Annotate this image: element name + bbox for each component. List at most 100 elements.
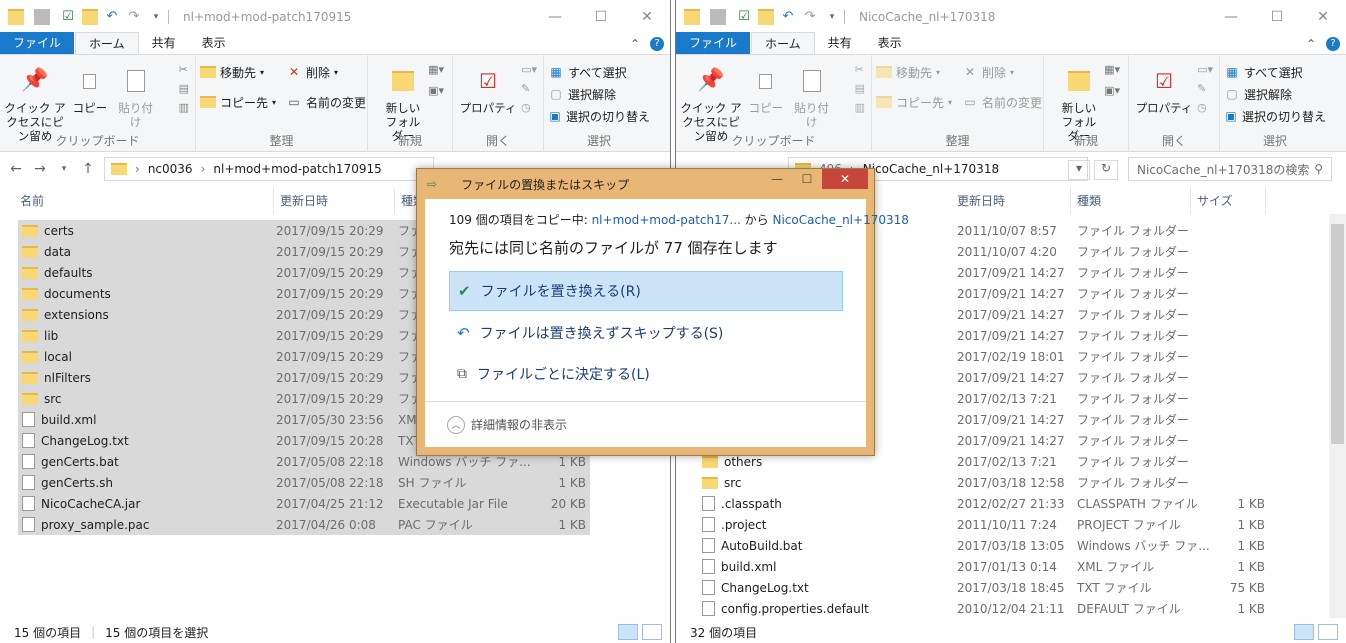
destination-link[interactable]: NicoCache_nl+170318	[773, 213, 909, 227]
invert-selection-button[interactable]: ▣ 選択の切り替え	[1224, 105, 1326, 127]
maximize-button[interactable]: ☐	[792, 169, 822, 189]
minimize-button[interactable]: —	[532, 0, 578, 33]
copy-to-button[interactable]: コピー先 ▾	[876, 91, 952, 113]
move-to-button[interactable]: 移動先 ▾	[200, 61, 276, 83]
customize-qat-icon[interactable]: ▾	[824, 9, 840, 25]
copy-path-icon[interactable]: ▤	[855, 82, 865, 95]
help-icon[interactable]: ?	[1326, 37, 1340, 51]
forward-icon[interactable]: →	[32, 161, 48, 177]
address-box[interactable]: › nc0036 › nl+mod+mod-patch170915	[104, 157, 434, 181]
chevron-up-icon[interactable]: ︿	[447, 415, 465, 434]
edit-icon[interactable]: ✎	[1197, 82, 1213, 95]
redo-icon[interactable]: ↷	[802, 9, 818, 25]
column-size[interactable]: サイズ	[1191, 188, 1266, 214]
history-icon[interactable]: ◷	[521, 101, 537, 114]
invert-selection-button[interactable]: ▣ 選択の切り替え	[548, 105, 650, 127]
column-date[interactable]: 更新日時	[951, 188, 1071, 214]
select-none-button[interactable]: ▢ 選択解除	[548, 83, 650, 105]
paste-button[interactable]: 貼り付け	[114, 61, 158, 129]
large-icons-view-icon[interactable]	[642, 624, 662, 640]
tab-file[interactable]: ファイル	[0, 32, 75, 54]
cut-icon[interactable]: ✂	[179, 63, 189, 76]
rename-button[interactable]: ▭ 名前の変更	[962, 91, 1042, 113]
vertical-scrollbar[interactable]	[1329, 214, 1346, 618]
copy-path-icon[interactable]: ▤	[179, 82, 189, 95]
easy-access-icon[interactable]: ▣▾	[428, 84, 444, 97]
properties-button[interactable]: ☑ プロパティ	[1133, 61, 1195, 115]
new-folder-icon[interactable]	[758, 8, 774, 25]
file-row[interactable]: AutoBuild.bat 2017/03/18 13:05 Windows バッチ…	[698, 535, 1268, 556]
new-folder-button[interactable]: 新しいフォルダー	[372, 61, 434, 143]
file-row[interactable]: proxy_sample.pac 2017/04/26 0:08 PAC ファイル 1…	[18, 514, 590, 535]
breadcrumb-item[interactable]: NicoCache_nl+170318	[863, 162, 999, 176]
easy-access-icon[interactable]: ▣▾	[1104, 84, 1120, 97]
select-all-button[interactable]: ▦ すべて選択	[548, 61, 650, 83]
redo-icon[interactable]: ↷	[126, 9, 142, 25]
file-row[interactable]: src 2017/03/18 12:58 ファイル フォルダー	[698, 472, 1268, 493]
file-row[interactable]: ChangeLog.txt 2017/03/18 18:45 TXT ファイル 75 …	[698, 577, 1268, 598]
tab-share[interactable]: 共有	[815, 32, 865, 54]
maximize-button[interactable]: ☐	[1254, 0, 1300, 33]
tab-view[interactable]: 表示	[189, 32, 239, 54]
history-icon[interactable]: ◷	[1197, 101, 1213, 114]
up-icon[interactable]: ↑	[80, 161, 96, 177]
breadcrumb-item[interactable]: nl+mod+mod-patch170915	[213, 162, 381, 176]
file-row[interactable]: .project 2011/10/11 7:24 PROJECT ファイル 1 KB	[698, 514, 1268, 535]
tab-share[interactable]: 共有	[139, 32, 189, 54]
tab-view[interactable]: 表示	[865, 32, 915, 54]
large-icons-view-icon[interactable]	[1318, 624, 1338, 640]
close-button[interactable]: ✕	[822, 169, 868, 189]
recent-locations-icon[interactable]: ▾	[56, 164, 72, 174]
copy-button[interactable]: コピー	[746, 61, 786, 115]
refresh-icon[interactable]: ↻	[1094, 160, 1118, 180]
close-button[interactable]: ✕	[1300, 0, 1346, 33]
chevron-down-icon[interactable]: ▾	[1068, 160, 1090, 180]
expand-ribbon-icon[interactable]: ⌃	[630, 37, 640, 51]
close-button[interactable]: ✕	[624, 0, 670, 33]
undo-icon[interactable]: ↶	[780, 9, 796, 25]
copy-to-button[interactable]: コピー先 ▾	[200, 91, 276, 113]
details-view-icon[interactable]	[1294, 624, 1314, 640]
open-icon[interactable]: ▭▾	[1197, 63, 1213, 76]
select-none-button[interactable]: ▢ 選択解除	[1224, 83, 1326, 105]
back-icon[interactable]: ←	[8, 161, 24, 177]
pin-quick-access-button[interactable]: 📌 クイック アクセスにピン留め	[4, 61, 66, 144]
column-type[interactable]: 種類	[1071, 188, 1191, 214]
file-row[interactable]: genCerts.sh 2017/05/08 22:18 SH ファイル 1 KB	[18, 472, 590, 493]
properties-check-icon[interactable]: ☑	[736, 9, 752, 25]
maximize-button[interactable]: ☐	[578, 0, 624, 33]
delete-button[interactable]: ✕ 削除 ▾	[286, 61, 366, 83]
new-folder-icon[interactable]	[82, 8, 98, 25]
select-all-button[interactable]: ▦ すべて選択	[1224, 61, 1326, 83]
column-date[interactable]: 更新日時	[274, 188, 395, 214]
decide-each-file-option[interactable]: ⧉ ファイルごとに決定する(L)	[449, 354, 843, 394]
search-input[interactable]: NicoCache_nl+170318の検索 ⚲	[1128, 157, 1332, 181]
pin-quick-access-button[interactable]: 📌 クイック アクセスにピン留め	[680, 61, 742, 144]
properties-check-icon[interactable]: ☑	[60, 9, 76, 25]
hide-details-link[interactable]: 詳細情報の非表示	[471, 416, 567, 433]
new-item-icon[interactable]: ▦▾	[1104, 63, 1120, 76]
paste-button[interactable]: 貼り付け	[790, 61, 834, 129]
file-row[interactable]: build.xml 2017/01/13 0:14 XML ファイル 1 KB	[698, 556, 1268, 577]
tab-home[interactable]: ホーム	[75, 32, 139, 54]
column-name[interactable]: 名前	[14, 188, 274, 214]
tab-home[interactable]: ホーム	[751, 32, 815, 54]
help-icon[interactable]: ?	[650, 37, 664, 51]
file-row[interactable]: config.properties.default 2010/12/04 21:1…	[698, 598, 1268, 619]
replace-files-option[interactable]: ✔ ファイルを置き換える(R)	[449, 271, 843, 311]
cut-icon[interactable]: ✂	[855, 63, 865, 76]
scrollbar-thumb[interactable]	[1331, 224, 1344, 444]
new-item-icon[interactable]: ▦▾	[428, 63, 444, 76]
source-link[interactable]: nl+mod+mod-patch17...	[592, 213, 741, 227]
skip-files-option[interactable]: ↶ ファイルは置き換えずスキップする(S)	[449, 313, 843, 353]
minimize-button[interactable]: —	[1208, 0, 1254, 33]
delete-button[interactable]: ✕ 削除 ▾	[962, 61, 1042, 83]
expand-ribbon-icon[interactable]: ⌃	[1306, 37, 1316, 51]
undo-icon[interactable]: ↶	[104, 9, 120, 25]
edit-icon[interactable]: ✎	[521, 82, 537, 95]
paste-shortcut-icon[interactable]: ▥	[179, 101, 189, 114]
file-row[interactable]: .classpath 2012/02/27 21:33 CLASSPATH ファイル…	[698, 493, 1268, 514]
breadcrumb-item[interactable]: nc0036	[148, 162, 193, 176]
tab-file[interactable]: ファイル	[676, 32, 751, 54]
properties-button[interactable]: ☑ プロパティ	[457, 61, 519, 115]
